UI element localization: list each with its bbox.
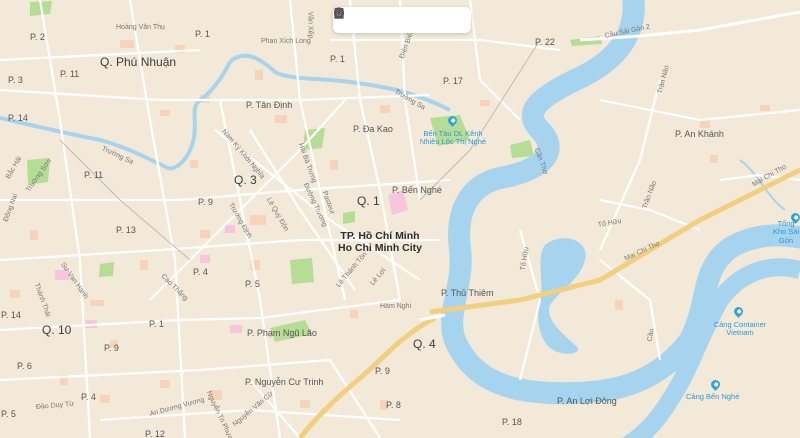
ward-label: P. 1	[330, 54, 345, 64]
locate-button[interactable]	[334, 7, 465, 29]
ward-label: P. 12	[145, 429, 165, 438]
ward-label: P. 1	[149, 319, 164, 329]
ward-label: P. 4	[193, 267, 208, 277]
style-button[interactable]	[333, 7, 422, 29]
ward-label: P. An Lợi Đông	[557, 396, 617, 406]
ward-label: P. 11	[60, 69, 80, 79]
map-toolbar	[333, 7, 471, 33]
ward-label: P. 17	[443, 76, 463, 86]
download-button[interactable]	[335, 8, 443, 29]
ward-label: P. 1	[195, 29, 210, 39]
ward-label: P. 13	[116, 225, 136, 235]
city-label: TP. Hồ Chí Minh Ho Chi Minh City	[338, 230, 422, 254]
street-label: Phan Xích Long	[261, 38, 311, 45]
ward-label: P. 11	[84, 170, 104, 180]
ward-label: P. Tân Định	[246, 100, 293, 110]
map-canvas[interactable]: Q. Phú Nhuận Q. 3 Q. 1 Q. 10 Q. 4 TP. Hồ Chí …	[0, 0, 800, 438]
ward-label: P. 2	[30, 32, 45, 42]
ward-label: P. Phạm Ngũ Lão	[247, 328, 317, 338]
location-pin-icon	[334, 7, 344, 19]
poi-label[interactable]: Cảng Container Vietnam	[705, 320, 775, 338]
ward-label: P. 5	[1, 409, 16, 419]
ward-label: P. 9	[198, 197, 213, 207]
ward-label: P. 9	[104, 343, 119, 353]
street-label: Hàm Nghi	[380, 303, 412, 310]
city-name-line: TP. Hồ Chí Minh	[340, 230, 420, 242]
ward-label: P. Thủ Thiêm	[441, 288, 494, 298]
ward-label: P. 14	[1, 310, 21, 320]
ward-label: P. 5	[245, 279, 260, 289]
ward-label: P. 18	[502, 417, 522, 427]
street-label: Văn Xếp	[306, 11, 314, 39]
ward-label: P. 9	[375, 366, 390, 376]
ward-label: P. 3	[8, 75, 23, 85]
poi-label[interactable]: Bến Tàu DL Kênh Nhiêu Lộc Thị Nghè	[418, 129, 488, 147]
district-label: Q. 3	[234, 173, 257, 187]
poi-label[interactable]: Tổng Kho Sài Gòn	[772, 219, 800, 245]
city-name-line: Ho Chi Minh City	[338, 242, 422, 255]
ward-label: P. 4	[81, 392, 96, 402]
poi-label[interactable]: Cảng Bến Nghé	[686, 392, 739, 401]
ward-label: P. 6	[17, 361, 32, 371]
book-button[interactable]	[334, 7, 378, 29]
street-label: Hoàng Văn Thụ	[116, 24, 165, 31]
ward-label: P. An Khánh	[675, 129, 724, 139]
settings-button[interactable]	[334, 8, 400, 29]
ward-label: P. 22	[535, 37, 555, 47]
ward-label: P. 8	[386, 400, 401, 410]
district-label: Q. 10	[42, 323, 72, 337]
ward-label: P. Đa Kao	[353, 124, 393, 134]
district-label: Q. 1	[357, 194, 380, 208]
district-label: Q. 4	[413, 337, 436, 351]
ward-label: P. Nguyễn Cư Trinh	[245, 377, 324, 387]
district-label: Q. Phú Nhuận	[100, 55, 177, 69]
ward-label: P. 14	[8, 113, 28, 123]
ward-label: P. Bến Nghé	[392, 185, 442, 195]
